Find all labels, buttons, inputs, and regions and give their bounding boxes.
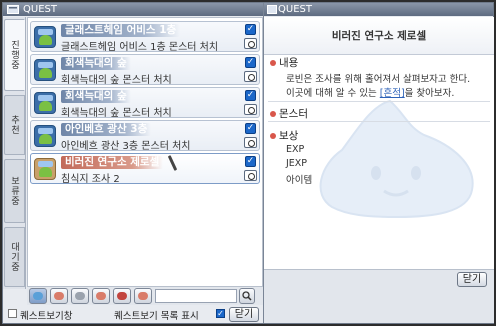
reward-item: 아이템 <box>286 175 313 186</box>
filter-category-button[interactable] <box>134 288 152 304</box>
filter-category-button[interactable] <box>71 288 89 304</box>
quest-title: 글래스트헤임 어비스 1층 <box>61 24 181 37</box>
quest-title: 비러진 연구소 제로셀 <box>61 156 164 169</box>
divider <box>268 121 490 122</box>
reward-section-header: 보상 <box>270 128 298 143</box>
quest-track-checkbox[interactable]: ✓ <box>245 57 256 68</box>
quest-window: QUEST 진행중 추천 보류중 대기중 글래스트헤임 어비스 1층 글래스트헤… <box>2 2 494 324</box>
monster-section-header: 몬스터 <box>270 106 308 121</box>
quest-desc: 아인베흐 광산 3층 몬스터 처치 <box>61 141 191 152</box>
right-titlebar[interactable]: QUEST <box>264 3 493 16</box>
close-button[interactable]: 닫기 <box>229 307 259 322</box>
eye-icon[interactable] <box>244 170 257 181</box>
quest-track-checkbox[interactable]: ✓ <box>245 24 256 35</box>
quest-track-checkbox[interactable]: ✓ <box>245 156 256 167</box>
quest-desc: 회색늑대의 숲 몬스터 처치 <box>61 75 172 86</box>
content-line-2: 이곳에 대해 알 수 있는 [흔적]을 찾아보자. <box>286 85 454 99</box>
quest-detail-panel: QUEST 비러진 연구소 제로셀 내용 로빈은 조사를 위해 홀어져서 살펴보… <box>263 3 494 323</box>
filter-category-button[interactable] <box>92 288 110 304</box>
quest-desc: 회색늑대의 숲 몬스터 처치 <box>61 108 172 119</box>
left-title: QUEST <box>23 4 57 15</box>
tab-label: 대기중 <box>9 242 19 272</box>
quest-desc: 글래스트헤임 어비스 1층 몬스터 처치 <box>61 42 219 53</box>
filter-all-button[interactable] <box>29 288 47 304</box>
search-icon[interactable] <box>239 288 255 304</box>
quest-search-input[interactable] <box>155 289 237 303</box>
quest-monster-icon <box>34 59 56 81</box>
quest-monster-icon <box>34 92 56 114</box>
eye-icon[interactable] <box>244 137 257 148</box>
quest-monster-icon <box>34 125 56 147</box>
quest-title: 아인베흐 광산 3층 <box>61 123 152 136</box>
content-line-2-pre: 이곳에 대해 알 수 있는 <box>286 88 380 99</box>
quest-list-footer: 퀘스트보기창 퀘스트보기 목록 표시 ✓ 닫기 <box>3 305 263 323</box>
quest-detail-footer: 닫기 <box>264 269 494 323</box>
quest-event-icon <box>34 158 56 180</box>
quest-monster-icon <box>34 26 56 48</box>
quest-title: 회색늑대의 숲 <box>61 57 131 70</box>
quest-track-checkbox[interactable]: ✓ <box>245 123 256 134</box>
eye-icon[interactable] <box>244 38 257 49</box>
tab-in-progress[interactable]: 진행중 <box>4 19 25 91</box>
quest-view-window-checkbox[interactable] <box>8 309 17 318</box>
quest-detail-title: 비러진 연구소 제로셀 <box>264 17 494 55</box>
eye-icon[interactable] <box>244 104 257 115</box>
right-title: QUEST <box>278 4 312 15</box>
quest-list-show-label: 퀘스트보기 목록 표시 <box>114 311 199 322</box>
window-icon <box>7 5 19 14</box>
content-line-2-post: 을 찾아보자. <box>404 88 455 99</box>
filter-category-button[interactable] <box>50 288 68 304</box>
tab-label: 보류중 <box>9 176 19 206</box>
tab-label: 진행중 <box>9 40 19 70</box>
trace-link[interactable]: [흔적] <box>380 88 405 99</box>
quest-title: 회색늑대의 숲 <box>61 90 131 103</box>
quest-item[interactable]: 회색늑대의 숲 회색늑대의 숲 몬스터 처치 ✓ <box>30 87 260 119</box>
quest-filter-bar <box>27 287 263 305</box>
quest-list: 글래스트헤임 어비스 1층 글래스트헤임 어비스 1층 몬스터 처치 ✓ 회색늑… <box>27 17 263 287</box>
quest-item[interactable]: 회색늑대의 숲 회색늑대의 숲 몬스터 처치 ✓ <box>30 54 260 86</box>
content-section-header: 내용 <box>270 55 298 70</box>
magnifier-icon <box>242 291 252 301</box>
poring-watermark-icon <box>319 99 474 219</box>
quest-list-panel: QUEST 진행중 추천 보류중 대기중 글래스트헤임 어비스 1층 글래스트헤… <box>3 3 263 323</box>
quest-item[interactable]: 글래스트헤임 어비스 1층 글래스트헤임 어비스 1층 몬스터 처치 ✓ <box>30 21 260 53</box>
tab-waiting[interactable]: 대기중 <box>4 227 25 287</box>
quest-desc: 침식지 조사 2 <box>61 174 120 185</box>
quest-item[interactable]: 아인베흐 광산 3층 아인베흐 광산 3층 몬스터 처치 ✓ <box>30 120 260 152</box>
tab-on-hold[interactable]: 보류중 <box>4 159 25 223</box>
content-line-1: 로빈은 조사를 위해 홀어져서 살펴보자고 한다. <box>286 74 471 85</box>
window-icon <box>267 5 277 14</box>
quest-tabs: 진행중 추천 보류중 대기중 <box>3 17 26 289</box>
pin-icon <box>167 155 178 171</box>
eye-icon[interactable] <box>244 71 257 82</box>
left-titlebar[interactable]: QUEST <box>3 3 263 16</box>
reward-exp: EXP <box>286 144 305 155</box>
divider <box>268 101 490 102</box>
filter-category-button[interactable] <box>113 288 131 304</box>
quest-detail-body: 내용 로빈은 조사를 위해 홀어져서 살펴보자고 한다. 이곳에 대해 알 수 … <box>264 55 494 269</box>
quest-track-checkbox[interactable]: ✓ <box>245 90 256 101</box>
reward-jexp: JEXP <box>286 158 308 169</box>
quest-list-show-checkbox[interactable]: ✓ <box>216 309 225 318</box>
tab-recommended[interactable]: 추천 <box>4 95 25 155</box>
quest-item-selected[interactable]: 비러진 연구소 제로셀 침식지 조사 2 ✓ <box>30 153 260 185</box>
quest-view-window-label: 퀘스트보기창 <box>20 311 73 322</box>
detail-close-button[interactable]: 닫기 <box>457 272 487 287</box>
tab-label: 추천 <box>9 115 19 135</box>
